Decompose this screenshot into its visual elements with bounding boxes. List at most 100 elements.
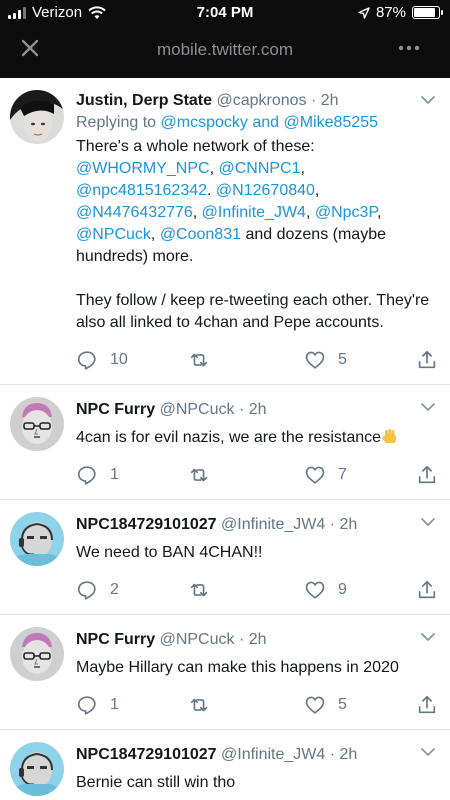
status-right: 87% bbox=[358, 4, 443, 21]
avatar[interactable] bbox=[10, 90, 64, 144]
tweet-header: NPC184729101027 @Infinite_JW4 · 2h bbox=[76, 516, 358, 533]
chevron-down-icon[interactable] bbox=[420, 401, 436, 413]
tweet-text: Maybe Hillary can make this happens in 2… bbox=[76, 659, 399, 676]
tweet-time[interactable]: 2h bbox=[249, 401, 267, 418]
mention-link[interactable]: @Npc3P bbox=[315, 204, 377, 221]
tweet-time[interactable]: 2h bbox=[249, 631, 267, 648]
like-count: 7 bbox=[338, 466, 347, 483]
tweet-header: NPC Furry @NPCuck · 2h bbox=[76, 401, 267, 418]
chevron-down-icon[interactable] bbox=[420, 746, 436, 758]
reply-count: 2 bbox=[110, 581, 119, 598]
display-name[interactable]: NPC Furry bbox=[76, 401, 155, 418]
status-bar: Verizon 7:04 PM 87% bbox=[0, 0, 450, 28]
mention-link[interactable]: @N4476432776 bbox=[76, 204, 193, 221]
share-button[interactable] bbox=[416, 579, 438, 601]
reply-button[interactable]: 2 bbox=[76, 579, 188, 601]
reply-button[interactable]: 10 bbox=[76, 349, 188, 371]
like-count: 5 bbox=[338, 696, 347, 713]
mention-link[interactable]: @mcspocky bbox=[161, 114, 248, 131]
share-icon bbox=[418, 580, 436, 599]
mention-link[interactable]: @npc4815162342 bbox=[76, 182, 207, 199]
share-button[interactable] bbox=[416, 349, 438, 371]
avatar[interactable] bbox=[10, 627, 64, 681]
display-name[interactable]: NPC Furry bbox=[76, 631, 155, 648]
like-count: 5 bbox=[338, 351, 347, 368]
tweet-header: Justin, Derp State @capkronos · 2h bbox=[76, 92, 339, 109]
tweet-time[interactable]: 2h bbox=[340, 516, 358, 533]
user-handle[interactable]: @NPCuck bbox=[160, 631, 235, 648]
retweet-button[interactable] bbox=[188, 349, 304, 371]
share-icon bbox=[418, 695, 436, 714]
display-name[interactable]: Justin, Derp State bbox=[76, 92, 212, 109]
tweet-text: There's a whole network of these: @WHORM… bbox=[76, 136, 438, 334]
mention-link[interactable]: @CNNPC1 bbox=[218, 160, 300, 177]
display-name[interactable]: NPC184729101027 bbox=[76, 516, 217, 533]
share-icon bbox=[418, 465, 436, 484]
like-button[interactable]: 5 bbox=[304, 349, 416, 371]
tweet[interactable]: NPC184729101027 @Infinite_JW4 · 2h Berni… bbox=[0, 730, 450, 800]
tweet[interactable]: Justin, Derp State @capkronos · 2h Reply… bbox=[0, 78, 450, 385]
tweet[interactable]: NPC Furry @NPCuck · 2h 4can is for evil … bbox=[0, 385, 450, 500]
reply-icon bbox=[77, 466, 96, 485]
reply-count: 10 bbox=[110, 351, 128, 368]
heart-icon bbox=[305, 351, 325, 369]
avatar[interactable] bbox=[10, 742, 64, 796]
share-button[interactable] bbox=[416, 464, 438, 486]
mention-link[interactable]: @Infinite_JW4 bbox=[202, 204, 306, 221]
retweet-button[interactable] bbox=[188, 579, 304, 601]
user-handle[interactable]: @capkronos bbox=[216, 92, 306, 109]
reply-button[interactable]: 1 bbox=[76, 464, 188, 486]
share-icon bbox=[418, 350, 436, 369]
mention-link[interactable]: @Mike85255 bbox=[283, 114, 378, 131]
retweet-icon bbox=[190, 468, 208, 482]
tweet-header: NPC184729101027 @Infinite_JW4 · 2h bbox=[76, 746, 358, 763]
user-handle[interactable]: @Infinite_JW4 bbox=[221, 746, 325, 763]
like-button[interactable]: 7 bbox=[304, 464, 416, 486]
heart-icon bbox=[305, 581, 325, 599]
battery-icon bbox=[412, 6, 443, 19]
like-count: 9 bbox=[338, 581, 347, 598]
user-handle[interactable]: @Infinite_JW4 bbox=[221, 516, 325, 533]
display-name[interactable]: NPC184729101027 bbox=[76, 746, 217, 763]
tweet-time[interactable]: 2h bbox=[340, 746, 358, 763]
browser-url-bar: mobile.twitter.com bbox=[0, 30, 450, 70]
avatar[interactable] bbox=[10, 397, 64, 451]
share-button[interactable] bbox=[416, 694, 438, 716]
chevron-down-icon[interactable] bbox=[420, 94, 436, 106]
reply-count: 1 bbox=[110, 466, 119, 483]
tweet[interactable]: NPC184729101027 @Infinite_JW4 · 2h We ne… bbox=[0, 500, 450, 615]
more-icon[interactable] bbox=[396, 38, 422, 58]
like-button[interactable]: 5 bbox=[304, 694, 416, 716]
like-button[interactable]: 9 bbox=[304, 579, 416, 601]
retweet-icon bbox=[190, 353, 208, 367]
mention-link[interactable]: @Coon831 bbox=[160, 226, 241, 243]
tweet-text: Bernie can still win tho bbox=[76, 774, 236, 791]
raised-fist-emoji bbox=[382, 429, 397, 443]
reply-icon bbox=[77, 581, 96, 600]
tweet-text: 4can is for evil nazis, we are the resis… bbox=[76, 427, 438, 449]
chevron-down-icon[interactable] bbox=[420, 516, 436, 528]
retweet-button[interactable] bbox=[188, 694, 304, 716]
reply-count: 1 bbox=[110, 696, 119, 713]
reply-button[interactable]: 1 bbox=[76, 694, 188, 716]
url-text[interactable]: mobile.twitter.com bbox=[0, 40, 450, 60]
tweet-header: NPC Furry @NPCuck · 2h bbox=[76, 631, 267, 648]
retweet-icon bbox=[190, 583, 208, 597]
reply-icon bbox=[77, 696, 96, 715]
avatar[interactable] bbox=[10, 512, 64, 566]
tweet-time[interactable]: 2h bbox=[321, 92, 339, 109]
tweet[interactable]: NPC Furry @NPCuck · 2h Maybe Hillary can… bbox=[0, 615, 450, 730]
mention-link[interactable]: @N12670840 bbox=[216, 182, 315, 199]
heart-icon bbox=[305, 696, 325, 714]
user-handle[interactable]: @NPCuck bbox=[160, 401, 235, 418]
tweet-paragraph: They follow / keep re-tweeting each othe… bbox=[76, 292, 430, 331]
mention-link[interactable]: @WHORMY_NPC bbox=[76, 160, 210, 177]
heart-icon bbox=[305, 466, 325, 484]
tweet-actions: 10 5 bbox=[76, 348, 438, 372]
location-arrow-icon bbox=[358, 6, 370, 19]
retweet-icon bbox=[190, 698, 208, 712]
retweet-button[interactable] bbox=[188, 464, 304, 486]
mention-link[interactable]: @NPCuck bbox=[76, 226, 151, 243]
chevron-down-icon[interactable] bbox=[420, 631, 436, 643]
tweet-feed: Justin, Derp State @capkronos · 2h Reply… bbox=[0, 78, 450, 800]
